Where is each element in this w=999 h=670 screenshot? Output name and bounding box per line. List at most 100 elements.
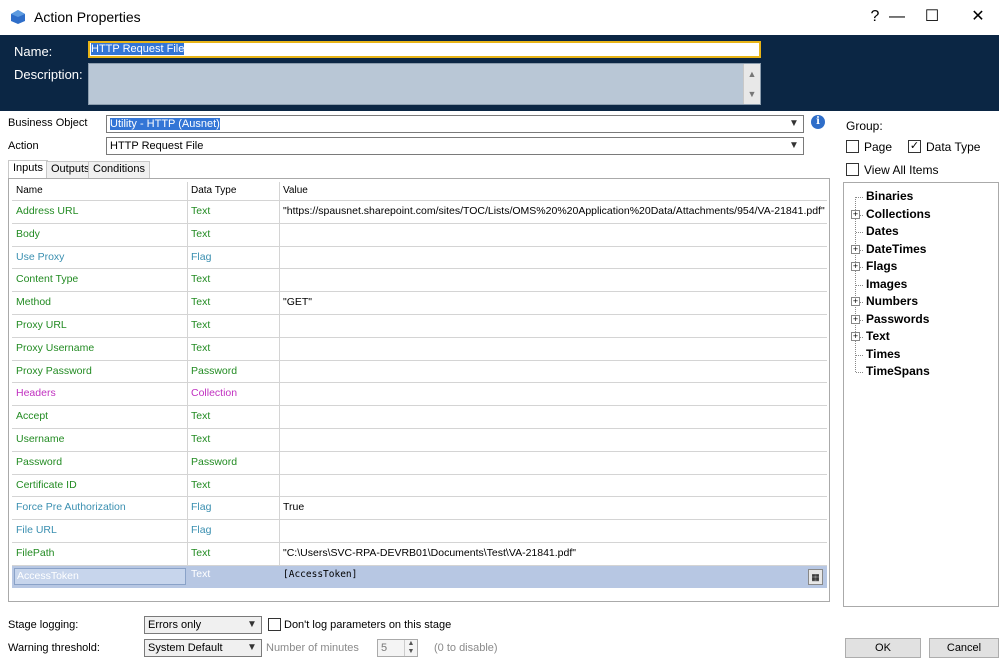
tree-node[interactable]: Text [866,329,890,343]
table-row[interactable]: Force Pre Authorization Flag True [12,496,827,519]
tab-conditions[interactable]: Conditions [88,161,150,178]
table-row[interactable]: Password Password [12,450,827,474]
table-row[interactable]: Username Text [12,428,827,451]
cell-datatype: Password [191,364,238,377]
page-checkbox[interactable] [846,140,859,153]
tree-node[interactable]: Dates [866,224,899,238]
cell-datatype: Flag [191,250,212,263]
warning-threshold-select[interactable]: System Default ▼ [144,639,262,657]
cell-datatype: Text [191,567,211,580]
minutes-stepper[interactable]: 5 ▲ ▼ [377,639,418,657]
info-icon[interactable]: i [811,115,825,129]
cell-name[interactable]: Force Pre Authorization [16,501,126,513]
expand-icon[interactable]: + [851,297,860,306]
close-button[interactable]: ✕ [963,4,993,30]
cell-name[interactable]: Content Type [16,273,78,285]
tree-node[interactable]: Binaries [866,189,913,203]
tree-node[interactable]: DateTimes [866,242,926,256]
ok-button[interactable]: OK [845,638,921,658]
table-row[interactable]: Proxy URL Text [12,314,827,337]
cell-value[interactable]: "https://spausnet.sharepoint.com/sites/T… [283,205,825,217]
expand-icon[interactable]: + [851,209,860,219]
name-field-value: HTTP Request File [91,43,185,55]
table-row[interactable]: Certificate ID Text [12,473,827,497]
cell-name[interactable]: Headers [16,387,56,399]
disable-hint: (0 to disable) [434,642,498,654]
datatype-checkbox[interactable]: ✓ [908,140,921,153]
cell-value[interactable]: [AccessToken] [283,569,357,580]
cell-name[interactable]: File URL [16,524,57,536]
table-row[interactable]: Content Type Text [12,268,827,291]
tree-node[interactable]: TimeSpans [866,364,930,378]
tree-node[interactable]: Collections [866,207,931,221]
cell-name[interactable]: Address URL [16,205,78,217]
cell-name[interactable]: Use Proxy [16,251,64,263]
table-row[interactable]: Method Text "GET" [12,291,827,314]
view-all-checkbox-label: View All Items [864,163,939,177]
tree-node[interactable]: Images [866,277,907,291]
dont-log-checkbox[interactable] [268,618,281,631]
stepper-arrows-icon[interactable]: ▲ ▼ [404,640,417,656]
tree-branch [856,372,864,373]
cell-datatype: Text [191,547,211,559]
chevron-down-icon: ▼ [789,140,799,151]
expand-icon[interactable]: + [851,314,860,324]
tree-node[interactable]: Passwords [866,312,929,326]
cell-name[interactable]: Password [16,456,62,468]
column-header-name[interactable]: Name [16,185,43,196]
table-row[interactable]: Proxy Username Text [12,336,827,360]
expand-icon[interactable]: + [851,332,860,341]
cancel-button[interactable]: Cancel [929,638,999,658]
minimize-button[interactable]: — [882,4,912,30]
table-row[interactable]: Body Text [12,222,827,246]
business-object-select[interactable]: Utility - HTTP (Ausnet) ▼ [106,115,804,133]
description-scrollbar[interactable]: ▲ ▼ [743,64,760,104]
column-header-datatype[interactable]: Data Type [191,185,236,196]
expand-icon[interactable]: + [851,244,860,254]
cell-name[interactable]: Method [16,296,51,308]
inputs-grid: Name Data Type Value Address URL Text "htt… [8,178,830,602]
cell-name[interactable]: Proxy Password [16,365,92,377]
cell-name[interactable]: Username [16,433,64,445]
cell-name[interactable]: Body [16,228,40,240]
view-all-checkbox[interactable] [846,163,859,176]
description-field[interactable]: ▲ ▼ [88,63,761,105]
action-select[interactable]: HTTP Request File ▼ [106,137,804,155]
minutes-label: Number of minutes [266,642,359,654]
cell-datatype: Text [191,478,211,491]
cell-value[interactable]: True [283,501,304,513]
table-row[interactable]: AccessToken Text [AccessToken] ▦ [12,564,827,588]
tab-inputs[interactable]: Inputs [8,160,48,178]
chevron-down-icon: ▼ [247,619,257,630]
table-row[interactable]: FilePath Text "C:\Users\SVC-RPA-DEVRB01\Do… [12,542,827,565]
cell-name[interactable]: AccessToken [14,567,186,585]
cell-datatype: Collection [191,387,238,400]
maximize-button[interactable]: ☐ [917,4,947,30]
scroll-up-icon[interactable]: ▲ [744,64,760,84]
stage-logging-value: Errors only [148,619,202,631]
cell-name[interactable]: Proxy Username [16,342,94,354]
tree-node[interactable]: Numbers [866,294,918,308]
cell-value[interactable]: "C:\Users\SVC-RPA-DEVRB01\Documents\Test… [283,547,576,559]
cell-value[interactable]: "GET" [283,296,312,308]
expand-icon[interactable]: + [851,262,860,271]
table-row[interactable]: Accept Text [12,405,827,428]
cell-name[interactable]: Accept [16,410,48,422]
tree-branch [856,232,864,233]
tree-node[interactable]: Times [866,347,900,361]
table-row[interactable]: Proxy Password Password [12,359,827,383]
tree-node[interactable]: Flags [866,259,897,273]
stage-logging-select[interactable]: Errors only ▼ [144,616,262,634]
column-header-value[interactable]: Value [283,185,308,196]
cell-name[interactable]: Proxy URL [16,319,67,331]
table-row[interactable]: File URL Flag [12,519,827,542]
scroll-down-icon[interactable]: ▼ [744,84,760,104]
name-field[interactable]: HTTP Request File [88,41,761,58]
expression-editor-icon[interactable]: ▦ [808,568,823,585]
table-row[interactable]: Use Proxy Flag [12,245,827,269]
cell-name[interactable]: FilePath [16,547,55,559]
cell-name[interactable]: Certificate ID [16,479,77,491]
tree-branch [856,284,864,286]
table-row[interactable]: Address URL Text "https://spausnet.sharepo… [12,200,827,223]
table-row[interactable]: Headers Collection [12,382,827,405]
